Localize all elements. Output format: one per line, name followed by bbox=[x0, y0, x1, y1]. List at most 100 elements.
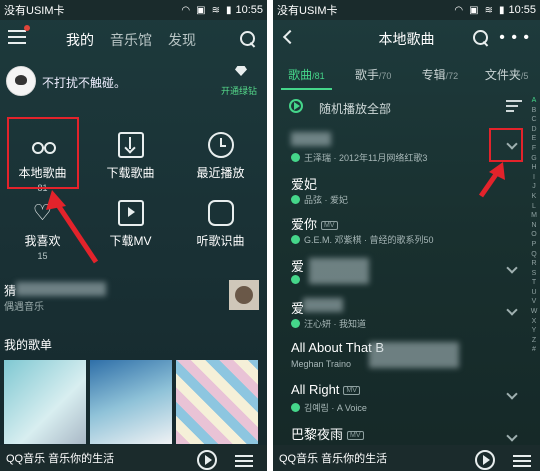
alphabet-letter[interactable]: E bbox=[529, 134, 539, 144]
grid-item-label: 下载歌曲 bbox=[106, 166, 155, 180]
wifi-icon: ≋ bbox=[211, 4, 220, 16]
song-row[interactable]: 爱你 MV G.E.M. 邓紫棋 · 曾经的歌系列50 bbox=[273, 210, 526, 250]
alphabet-letter[interactable]: P bbox=[529, 240, 539, 250]
section-title: 我的歌单 bbox=[4, 338, 53, 352]
recommend-row[interactable]: 猜 偶遇音乐 bbox=[0, 280, 267, 314]
sort-icon[interactable] bbox=[506, 100, 522, 112]
tab-folders[interactable]: 文件夹/5 bbox=[473, 58, 540, 90]
grid-item-recent[interactable]: 最近播放 bbox=[178, 132, 263, 181]
play-icon[interactable] bbox=[475, 450, 495, 470]
status-time: 10:55 bbox=[235, 4, 263, 16]
play-all-row[interactable]: 随机播放全部 bbox=[273, 96, 540, 122]
tab-count: /70 bbox=[378, 71, 392, 81]
tab-label: 专辑 bbox=[421, 68, 446, 82]
play-all-icon[interactable] bbox=[289, 99, 303, 113]
alphabet-letter[interactable]: N bbox=[529, 221, 539, 231]
tab-songs[interactable]: 歌曲/81 bbox=[273, 58, 340, 90]
playlist-cover[interactable] bbox=[90, 360, 172, 444]
playlist-cover[interactable] bbox=[176, 360, 258, 444]
grid-item-downloads[interactable]: 下载歌曲 bbox=[88, 132, 173, 181]
alphabet-letter[interactable]: U bbox=[529, 288, 539, 298]
song-meta: G.E.M. 邓紫棋 · 曾经的歌系列50 bbox=[291, 233, 434, 246]
chevron-down-icon[interactable] bbox=[506, 388, 518, 400]
diamond-icon[interactable] bbox=[235, 66, 247, 76]
player-bar[interactable]: QQ音乐 音乐你的生活 bbox=[273, 445, 540, 471]
alphabet-letter[interactable]: B bbox=[529, 106, 539, 116]
play-icon[interactable] bbox=[197, 450, 217, 470]
headphones-icon: ◠ bbox=[454, 4, 464, 16]
mic-icon bbox=[207, 200, 234, 226]
battery-icon: ▮ bbox=[225, 4, 232, 16]
downloaded-icon bbox=[291, 275, 300, 284]
main-tabs: 我的 音乐馆 发现 bbox=[66, 30, 196, 50]
alphabet-letter[interactable]: W bbox=[529, 307, 539, 317]
alphabet-letter[interactable]: I bbox=[529, 173, 539, 183]
alphabet-letter[interactable]: F bbox=[529, 144, 539, 154]
alphabet-letter[interactable]: K bbox=[529, 192, 539, 202]
tab-count: /5 bbox=[520, 71, 529, 81]
local-tabs: 歌曲/81 歌手/70 专辑/72 文件夹/5 bbox=[273, 58, 540, 90]
menu-icon[interactable] bbox=[8, 30, 26, 46]
avatar[interactable] bbox=[6, 66, 36, 96]
song-meta: 김예림 · A Voice bbox=[291, 401, 367, 414]
song-row[interactable]: 爱 汪心妍 · 我知道 bbox=[273, 294, 526, 334]
tab-discover[interactable]: 发现 bbox=[168, 30, 196, 50]
alphabet-letter[interactable]: C bbox=[529, 115, 539, 125]
song-name: 爱妃 bbox=[291, 177, 318, 192]
song-row[interactable]: All Right MV 김예림 · A Voice bbox=[273, 378, 526, 418]
song-row[interactable]: 爱妃 品弦 · 爱妃 bbox=[273, 170, 526, 210]
tab-albums[interactable]: 专辑/72 bbox=[407, 58, 474, 90]
search-icon[interactable] bbox=[473, 30, 489, 46]
profile-row[interactable]: 不打扰不触碰。 开通绿钻 bbox=[0, 64, 267, 104]
alphabet-letter[interactable]: M bbox=[529, 211, 539, 221]
alphabet-letter[interactable]: D bbox=[529, 125, 539, 135]
chevron-down-icon[interactable] bbox=[506, 430, 518, 442]
alphabet-letter[interactable]: # bbox=[529, 345, 539, 355]
recommend-title: 猜 bbox=[4, 284, 17, 298]
download-icon bbox=[117, 132, 144, 158]
alphabet-letter[interactable]: L bbox=[529, 202, 539, 212]
status-bar: 没有USIM卡 ◠ ▣ ≋ ▮ 10:55 bbox=[273, 0, 540, 20]
alphabet-letter[interactable]: R bbox=[529, 259, 539, 269]
blurred-text bbox=[309, 258, 369, 284]
alphabet-letter[interactable]: T bbox=[529, 278, 539, 288]
more-icon[interactable]: • • • bbox=[499, 30, 530, 46]
downloaded-icon bbox=[291, 403, 300, 412]
recommend-subtitle: 偶遇音乐 bbox=[4, 302, 44, 313]
grid-item-song-recognition[interactable]: 听歌识曲 bbox=[178, 200, 263, 249]
alphabet-letter[interactable]: S bbox=[529, 269, 539, 279]
song-name: 巴黎夜雨 MV bbox=[291, 424, 364, 443]
alphabet-index[interactable]: A B C D E F G H I J K L M N O P Q R S T U V W X Y Z # bbox=[529, 96, 539, 355]
vip-link[interactable]: 开通绿钻 bbox=[221, 84, 257, 97]
album-thumbnail[interactable] bbox=[229, 280, 259, 310]
alphabet-letter[interactable]: X bbox=[529, 317, 539, 327]
highlight-box bbox=[7, 117, 79, 189]
downloaded-icon bbox=[291, 235, 300, 244]
tab-artists[interactable]: 歌手/70 bbox=[340, 58, 407, 90]
alphabet-letter[interactable]: J bbox=[529, 182, 539, 192]
top-nav: 我的 音乐馆 发现 bbox=[0, 20, 267, 58]
alphabet-letter[interactable]: A bbox=[529, 96, 539, 106]
tab-mine[interactable]: 我的 bbox=[66, 30, 94, 50]
chevron-down-icon[interactable] bbox=[506, 262, 518, 274]
playlist-icon[interactable] bbox=[513, 455, 531, 469]
search-icon[interactable] bbox=[240, 31, 256, 47]
alphabet-letter[interactable]: Y bbox=[529, 326, 539, 336]
song-row[interactable]: All About That B Meghan Traino bbox=[273, 336, 526, 376]
chevron-down-icon[interactable] bbox=[506, 304, 518, 316]
player-bar[interactable]: QQ音乐 音乐你的生活 bbox=[0, 445, 267, 471]
tab-music-hall[interactable]: 音乐馆 bbox=[110, 30, 152, 50]
right-screen: 没有USIM卡 ◠ ▣ ≋ ▮ 10:55 本地歌曲 • • • 歌曲/81 歌… bbox=[273, 0, 540, 471]
song-meta: 汪心妍 · 我知道 bbox=[291, 317, 366, 330]
alphabet-letter[interactable]: V bbox=[529, 297, 539, 307]
playlist-cover[interactable] bbox=[4, 360, 86, 444]
alphabet-letter[interactable]: H bbox=[529, 163, 539, 173]
alphabet-letter[interactable]: Q bbox=[529, 250, 539, 260]
song-row[interactable]: 爱 bbox=[273, 252, 526, 292]
alphabet-letter[interactable]: G bbox=[529, 154, 539, 164]
playlist-icon[interactable] bbox=[235, 455, 253, 469]
alphabet-letter[interactable]: O bbox=[529, 230, 539, 240]
song-meta: Meghan Traino bbox=[291, 359, 352, 369]
alphabet-letter[interactable]: Z bbox=[529, 336, 539, 346]
downloaded-icon bbox=[291, 195, 300, 204]
